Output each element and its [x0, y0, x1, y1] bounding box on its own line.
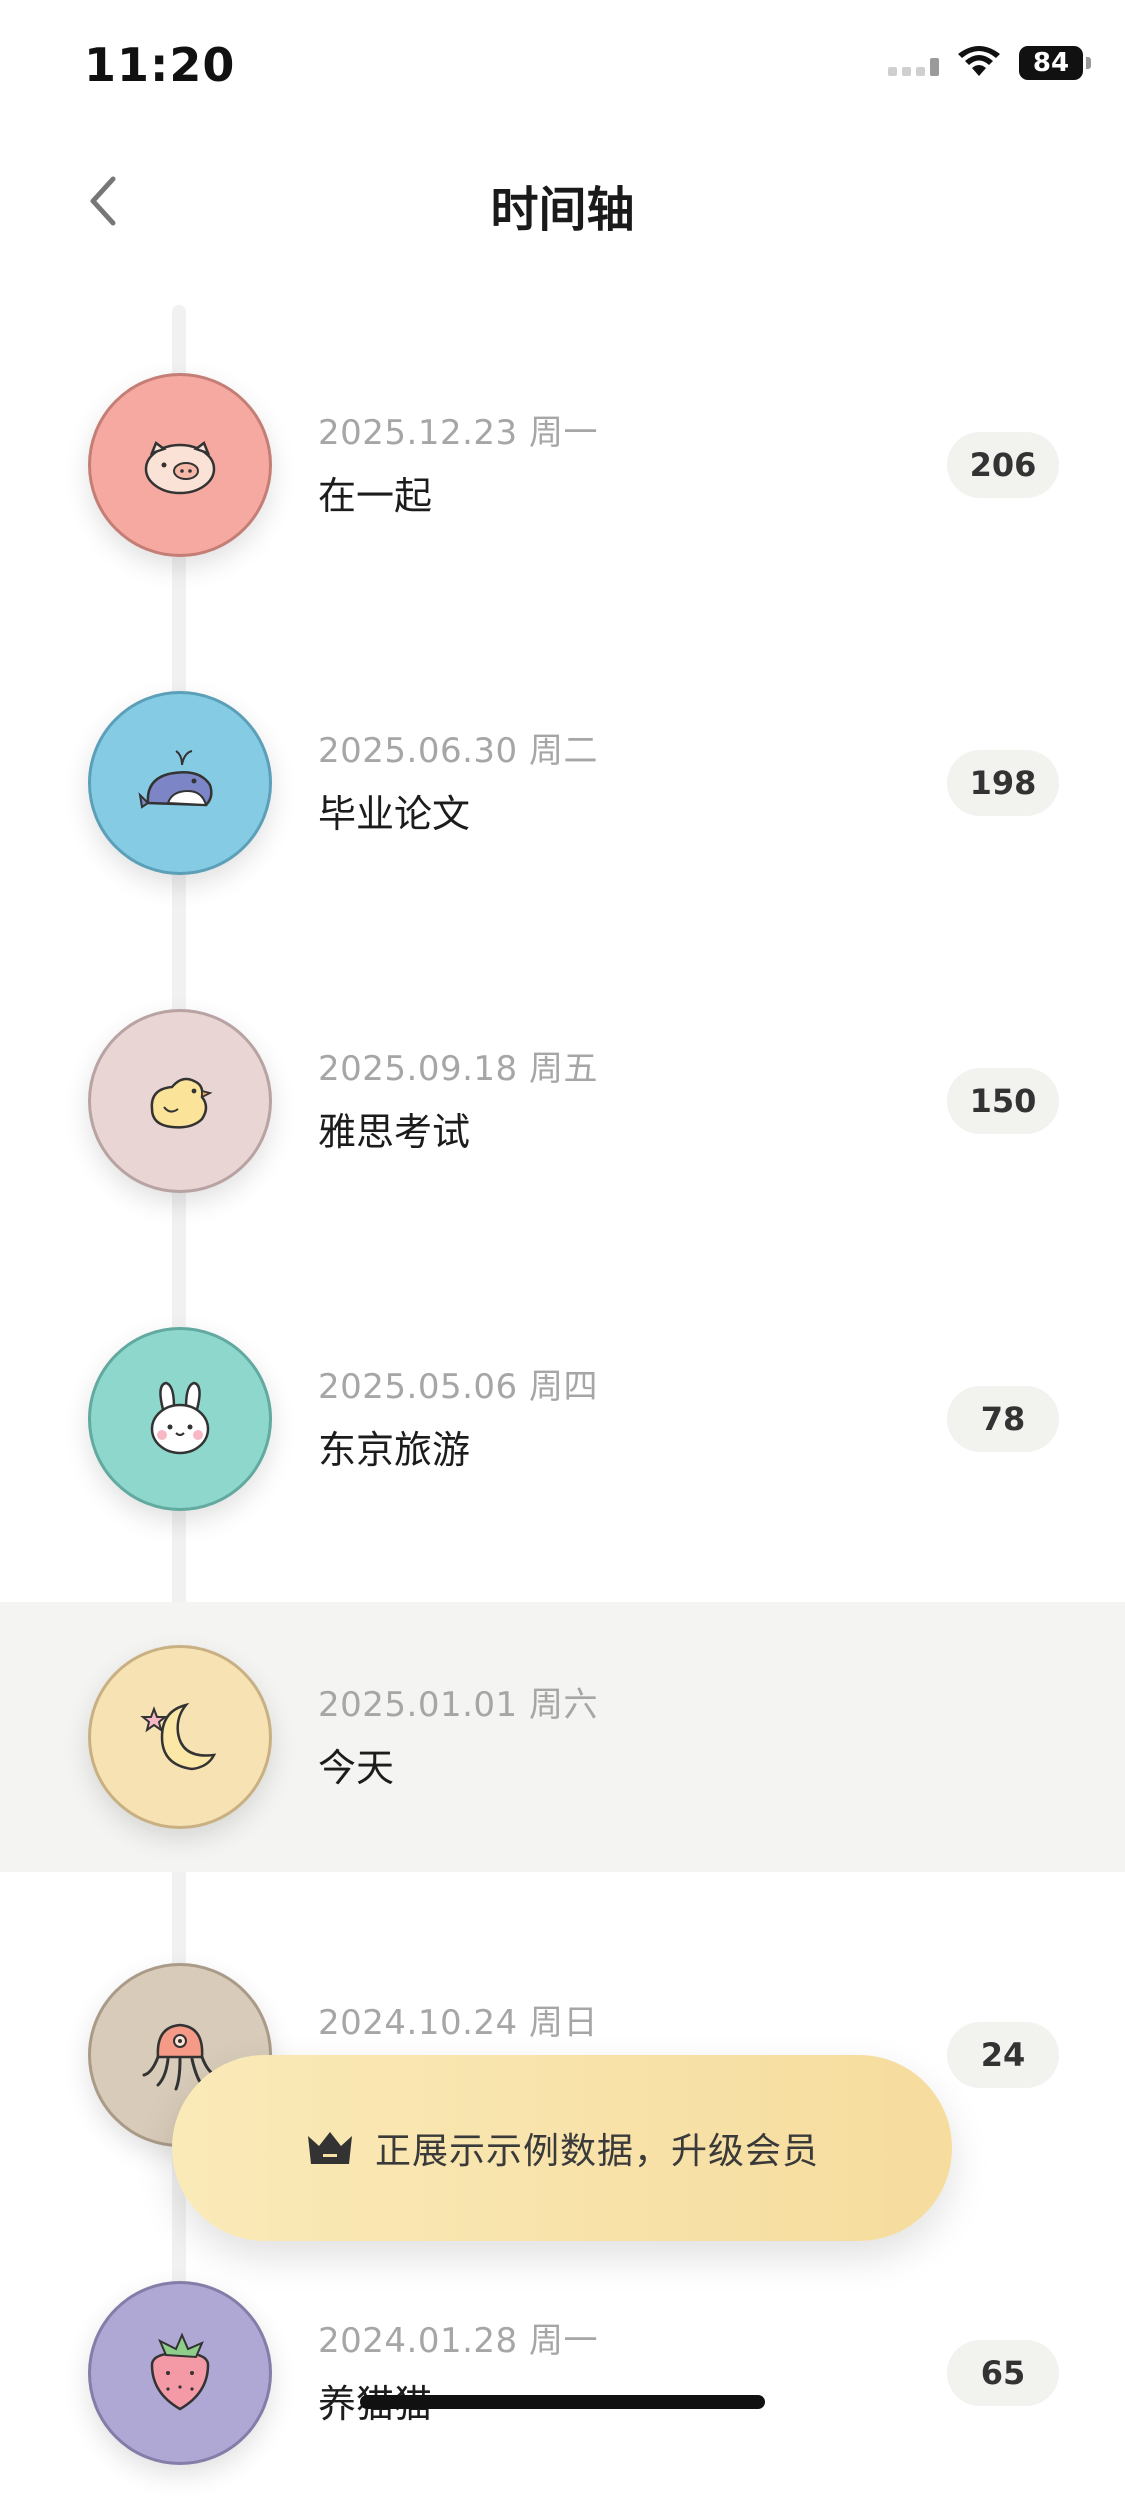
days-badge: 78 — [947, 1386, 1059, 1452]
event-avatar — [88, 1645, 272, 1829]
event-date: 2024.01.28 周一 — [318, 2321, 598, 2361]
crown-icon — [307, 2132, 352, 2164]
timeline-item[interactable]: 2025.09.18 周五 雅思考试 150 — [0, 966, 1125, 1236]
event-avatar — [88, 373, 272, 557]
timeline-item[interactable]: 2025.06.30 周二 毕业论文 198 — [0, 648, 1125, 918]
chick-icon — [150, 1077, 213, 1129]
event-avatar — [88, 691, 272, 875]
cellular-signal-icon — [888, 50, 939, 76]
status-indicators: 84 — [888, 46, 1091, 80]
event-title: 东京旅游 — [318, 1428, 471, 1472]
event-avatar — [88, 1327, 272, 1511]
status-bar: 11:20 84 — [0, 0, 1125, 130]
days-badge: 65 — [947, 2340, 1059, 2406]
rabbit-icon — [150, 1381, 210, 1455]
page-title: 时间轴 — [490, 182, 635, 238]
event-date: 2025.06.30 周二 — [318, 731, 598, 771]
timeline-item[interactable]: 2025.12.23 周一 在一起 206 — [0, 330, 1125, 600]
whale-icon — [138, 750, 213, 809]
event-date: 2025.09.18 周五 — [318, 1049, 598, 1089]
days-badge: 206 — [947, 432, 1059, 498]
event-title: 今天 — [318, 1746, 395, 1790]
event-date: 2025.05.06 周四 — [318, 1367, 598, 1407]
moon-icon — [140, 1702, 217, 1771]
upgrade-membership-banner[interactable]: 正展示示例数据，升级会员 — [172, 2055, 952, 2241]
navigation-bar: 时间轴 — [0, 140, 1125, 260]
timeline-item[interactable]: 2025.05.06 周四 东京旅游 78 — [0, 1284, 1125, 1554]
battery-indicator: 84 — [1019, 46, 1091, 80]
event-title: 雅思考试 — [318, 1110, 471, 1154]
days-badge: 24 — [947, 2022, 1059, 2088]
upgrade-banner-text: 正展示示例数据，升级会员 — [374, 2131, 819, 2172]
days-badge: 198 — [947, 750, 1059, 816]
status-time: 11:20 — [84, 38, 236, 92]
timeline-item-today[interactable]: 2025.01.01 周六 今天 — [0, 1602, 1125, 1872]
home-indicator — [360, 2395, 765, 2409]
days-badge: 150 — [947, 1068, 1059, 1134]
event-avatar — [88, 2281, 272, 2465]
event-date: 2025.12.23 周一 — [318, 413, 598, 453]
wifi-icon — [958, 46, 1000, 76]
event-date: 2025.01.01 周六 — [318, 1685, 598, 1725]
strawberry-icon — [150, 2332, 210, 2411]
event-title: 在一起 — [318, 474, 433, 518]
event-avatar — [88, 1009, 272, 1193]
event-title: 毕业论文 — [318, 792, 471, 836]
event-date: 2024.10.24 周日 — [318, 2003, 598, 2043]
pig-icon — [144, 441, 216, 495]
timeline-item[interactable]: 2024.01.28 周一 养猫猫 65 — [0, 2238, 1125, 2508]
